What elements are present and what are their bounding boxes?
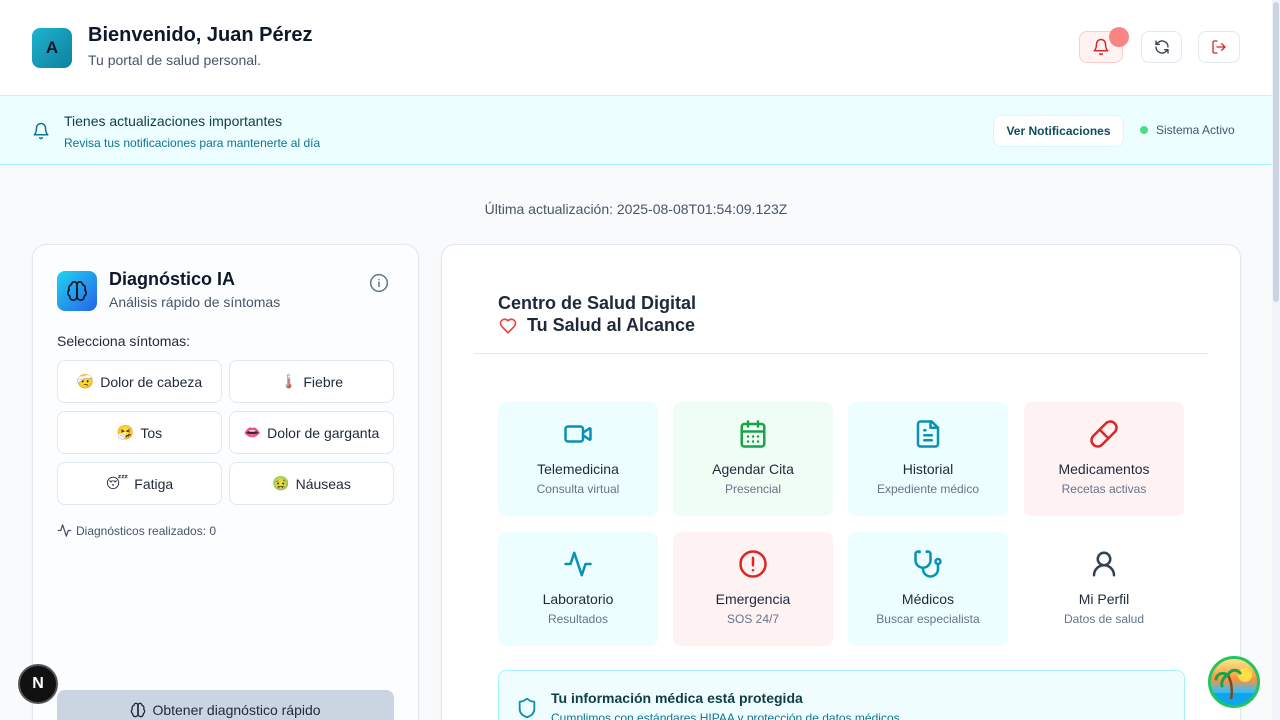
info-icon[interactable]: [369, 273, 389, 293]
tile-telemedicine[interactable]: Telemedicina Consulta virtual: [498, 402, 658, 516]
diagnosis-subtitle: Análisis rápido de síntomas: [109, 294, 281, 310]
symptom-emoji: 😴: [105, 475, 129, 491]
tile-title: Historial: [902, 461, 954, 477]
select-symptoms-label: Selecciona síntomas:: [57, 333, 191, 349]
refresh-button[interactable]: [1141, 31, 1182, 63]
tile-title: Laboratorio: [542, 591, 614, 607]
symptom-button[interactable]: 🤢 Náuseas: [229, 462, 394, 505]
calendar-icon: [738, 418, 768, 450]
symptom-label: Dolor de cabeza: [100, 373, 203, 390]
symptom-label: Fiebre: [303, 373, 344, 390]
scrollbar-thumb[interactable]: [1273, 2, 1279, 302]
symptom-button[interactable]: 🤧 Tos: [57, 411, 222, 454]
tile-profile[interactable]: Mi Perfil Datos de salud: [1024, 532, 1184, 646]
tile-subtitle: Consulta virtual: [536, 482, 620, 496]
symptom-label: Tos: [140, 424, 163, 441]
health-center-subtitle: Tu Salud al Alcance: [527, 315, 696, 335]
refresh-icon: [1154, 39, 1170, 55]
video-icon: [563, 418, 593, 450]
pill-icon: [1089, 418, 1119, 450]
assistant-avatar-button[interactable]: [1208, 656, 1260, 708]
symptom-emoji: 🤕: [76, 373, 95, 389]
view-notifications-button[interactable]: Ver Notificaciones: [993, 115, 1124, 147]
symptom-label: Dolor de garganta: [267, 424, 380, 441]
bell-icon: [32, 122, 50, 140]
get-diagnosis-button[interactable]: Obtener diagnóstico rápido: [57, 690, 394, 720]
symptom-emoji: 🌡️: [279, 373, 298, 389]
symptom-emoji: 👄: [243, 424, 262, 440]
symptom-button[interactable]: 🌡️ Fiebre: [229, 360, 394, 403]
welcome-title: Bienvenido, Juan Pérez: [88, 24, 313, 46]
status-dot: [1140, 126, 1148, 134]
banner-subtitle: Revisa tus notificaciones para mantenert…: [64, 136, 321, 150]
avatar[interactable]: A: [32, 28, 72, 68]
heart-icon: [498, 317, 518, 335]
tile-title: Mi Perfil: [1078, 591, 1130, 607]
privacy-title: Tu información médica está protegida: [551, 690, 803, 706]
document-icon: [913, 418, 943, 450]
tile-title: Agendar Cita: [712, 461, 794, 477]
brain-icon: [57, 271, 97, 311]
symptom-label: Náuseas: [295, 475, 351, 492]
get-diagnosis-label: Obtener diagnóstico rápido: [152, 702, 321, 718]
beach-icon: [1211, 668, 1257, 705]
tile-medications[interactable]: Medicamentos Recetas activas: [1024, 402, 1184, 516]
tile-subtitle: Presencial: [724, 482, 782, 496]
dev-tools-button[interactable]: N: [18, 664, 58, 704]
notification-badge: [1109, 27, 1129, 47]
divider: [474, 353, 1208, 354]
bell-icon: [1092, 38, 1110, 56]
stethoscope-icon: [913, 548, 943, 580]
tile-subtitle: Buscar especialista: [876, 612, 980, 626]
privacy-subtitle: Cumplimos con estándares HIPAA y protecc…: [551, 711, 900, 720]
alert-icon: [738, 548, 768, 580]
diagnosis-count-text: Diagnósticos realizados: 0: [76, 523, 217, 538]
tile-subtitle: Expediente médico: [876, 482, 980, 496]
tile-subtitle: SOS 24/7: [726, 612, 780, 626]
system-status: Sistema Activo: [1156, 123, 1235, 137]
tile-appointment[interactable]: Agendar Cita Presencial: [673, 402, 833, 516]
diagnosis-title: Diagnóstico IA: [109, 269, 236, 289]
banner-title: Tienes actualizaciones importantes: [64, 113, 283, 129]
symptom-button[interactable]: 👄 Dolor de garganta: [229, 411, 394, 454]
tile-subtitle: Recetas activas: [1061, 482, 1147, 496]
welcome-subtitle: Tu portal de salud personal.: [88, 52, 262, 68]
tile-title: Emergencia: [715, 591, 791, 607]
diagnosis-count: Diagnósticos realizados: 0: [57, 523, 216, 538]
symptom-button[interactable]: 😴 Fatiga: [57, 462, 222, 505]
symptom-label: Fatiga: [134, 475, 174, 492]
tile-title: Medicamentos: [1058, 461, 1150, 477]
health-center-title: Centro de Salud Digital: [498, 293, 697, 313]
symptom-button[interactable]: 🤕 Dolor de cabeza: [57, 360, 222, 403]
activity-icon: [57, 523, 72, 538]
tile-title: Telemedicina: [537, 461, 619, 477]
tile-history[interactable]: Historial Expediente médico: [848, 402, 1008, 516]
tile-subtitle: Datos de salud: [1063, 612, 1145, 626]
symptom-emoji: 🤢: [272, 475, 290, 491]
tile-laboratory[interactable]: Laboratorio Resultados: [498, 532, 658, 646]
user-icon: [1089, 548, 1119, 580]
activity-icon: [563, 548, 593, 580]
symptom-emoji: 🤧: [116, 424, 135, 440]
tile-emergency[interactable]: Emergencia SOS 24/7: [673, 532, 833, 646]
brain-icon: [130, 702, 146, 718]
logout-icon: [1211, 39, 1227, 55]
last-update: Última actualización: 2025-08-08T01:54:0…: [484, 201, 788, 217]
shield-icon: [516, 696, 538, 720]
tile-subtitle: Resultados: [547, 612, 609, 626]
logout-button[interactable]: [1198, 31, 1240, 63]
tile-title: Médicos: [901, 591, 955, 607]
tile-doctors[interactable]: Médicos Buscar especialista: [848, 532, 1008, 646]
